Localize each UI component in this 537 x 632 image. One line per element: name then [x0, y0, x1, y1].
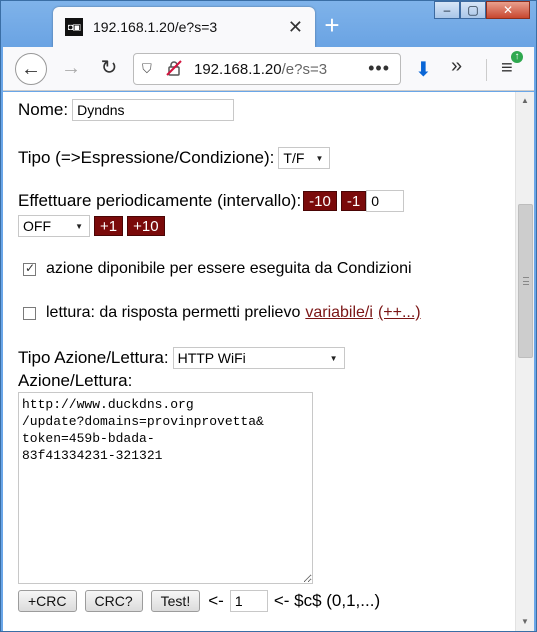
update-badge-icon: ↑ — [511, 51, 523, 63]
plus10-button[interactable]: +10 — [127, 216, 165, 236]
more-link[interactable]: (++...) — [378, 304, 421, 322]
forward-arrow-icon[interactable]: → — [55, 53, 87, 85]
tab-close-icon[interactable]: ✕ — [288, 18, 303, 36]
tipo-azione-row: Tipo Azione/Lettura: HTTP WiFi ▼ — [18, 347, 345, 369]
page-actions-icon[interactable]: ••• — [368, 58, 390, 79]
azione-label: Azione/Lettura: — [18, 371, 133, 390]
back-arrow-icon[interactable]: ← — [15, 53, 47, 85]
chevron-down-icon: ▼ — [329, 353, 338, 363]
add-crc-button[interactable]: +CRC — [18, 590, 77, 612]
crc-check-button[interactable]: CRC? — [84, 590, 143, 612]
page-viewport: Nome: Tipo (=>Espressione/Condizione): T… — [3, 92, 534, 631]
azione-check-label: azione diponibile per essere eseguita da… — [46, 260, 412, 277]
interval-select-value: OFF — [23, 218, 51, 234]
url-path: /e?s=3 — [281, 60, 328, 78]
interval-select[interactable]: OFF ▼ — [18, 215, 90, 237]
plus1-button[interactable]: +1 — [94, 216, 124, 236]
azione-textarea[interactable]: http://www.duckdns.org /update?domains=p… — [18, 392, 313, 584]
close-window-button[interactable]: ✕ — [486, 1, 530, 19]
periodic-row: Effettuare periodicamente (intervallo): … — [18, 190, 405, 212]
url-host: 192.168.1.20 — [194, 60, 282, 78]
url-text[interactable]: 192.168.1.20/e?s=3 — [194, 61, 327, 78]
title-bar: ◘▣ 192.168.1.20/e?s=3 ✕ + – ▢ ✕ — [1, 1, 536, 47]
url-bar[interactable]: ⛉ 192.168.1.20/e?s=3 ••• — [133, 53, 401, 85]
interval-controls-row: OFF ▼ +1 +10 — [18, 215, 169, 237]
test-button[interactable]: Test! — [150, 590, 201, 612]
nome-input[interactable] — [72, 99, 235, 121]
vertical-scrollbar[interactable]: ▲ ▼ — [515, 92, 534, 631]
reload-icon[interactable]: ↻ — [93, 53, 125, 85]
window-controls: – ▢ ✕ — [434, 1, 530, 19]
overflow-chevron-icon[interactable]: » — [451, 55, 462, 78]
minus10-button[interactable]: -10 — [303, 191, 337, 211]
variabile-link[interactable]: variabile/i — [305, 304, 373, 322]
tracking-shield-icon[interactable]: ⛉ — [142, 61, 156, 77]
grip-icon — [523, 277, 529, 285]
toolbar-separator — [486, 59, 487, 81]
scroll-down-icon[interactable]: ▼ — [516, 613, 534, 631]
chevron-down-icon: ▼ — [75, 221, 83, 231]
site-favicon-icon: ◘▣ — [65, 18, 83, 36]
chevron-down-icon: ▼ — [315, 153, 324, 163]
hamburger-menu-icon[interactable]: ≡ — [501, 57, 513, 80]
tipo-label: Tipo (=>Espressione/Condizione): — [18, 148, 275, 167]
tipo-azione-select[interactable]: HTTP WiFi ▼ — [172, 347, 345, 369]
nome-row: Nome: — [18, 99, 235, 121]
arrow-label: <- — [208, 591, 224, 610]
crc-input[interactable] — [229, 590, 268, 612]
tipo-azione-select-value: HTTP WiFi — [177, 350, 246, 366]
tipo-select-value: T/F — [283, 150, 305, 166]
maximize-button[interactable]: ▢ — [460, 1, 486, 19]
scroll-up-icon[interactable]: ▲ — [516, 92, 534, 110]
browser-window: ◘▣ 192.168.1.20/e?s=3 ✕ + – ▢ ✕ ← → ↻ ⛉ … — [0, 0, 537, 632]
lettura-check-row: lettura: da risposta permetti prelievo v… — [23, 304, 421, 322]
periodic-label: Effettuare periodicamente (intervallo): — [18, 191, 302, 210]
crc-hint: <- $c$ (0,1,...) — [273, 591, 381, 610]
lettura-checkbox[interactable] — [23, 306, 36, 320]
tipo-azione-label: Tipo Azione/Lettura: — [18, 348, 169, 367]
nome-label: Nome: — [18, 100, 69, 119]
browser-tab[interactable]: ◘▣ 192.168.1.20/e?s=3 ✕ — [53, 7, 315, 47]
insecure-connection-icon[interactable] — [166, 59, 182, 79]
download-icon[interactable]: ⬇ — [415, 57, 432, 82]
scrollbar-thumb[interactable] — [518, 204, 533, 358]
interval-input[interactable] — [366, 190, 405, 212]
new-tab-icon[interactable]: + — [319, 12, 345, 39]
tipo-select[interactable]: T/F ▼ — [278, 147, 331, 169]
azione-label-row: Azione/Lettura: — [18, 371, 132, 391]
crc-row: +CRC CRC? Test! <- <- $c$ (0,1,...) — [18, 590, 380, 612]
tab-title: 192.168.1.20/e?s=3 — [93, 19, 218, 35]
azione-checkbox[interactable] — [23, 261, 36, 276]
tipo-row: Tipo (=>Espressione/Condizione): T/F ▼ — [18, 147, 331, 169]
azione-check-row: azione diponibile per essere eseguita da… — [23, 260, 412, 278]
navigation-toolbar: ← → ↻ ⛉ 192.168.1.20/e?s=3 ••• ⬇ » ≡ ↑ — [3, 47, 534, 91]
minus1-button[interactable]: -1 — [340, 191, 367, 211]
lettura-check-label: lettura: da risposta permetti prelievo — [46, 304, 301, 321]
minimize-button[interactable]: – — [434, 1, 460, 19]
